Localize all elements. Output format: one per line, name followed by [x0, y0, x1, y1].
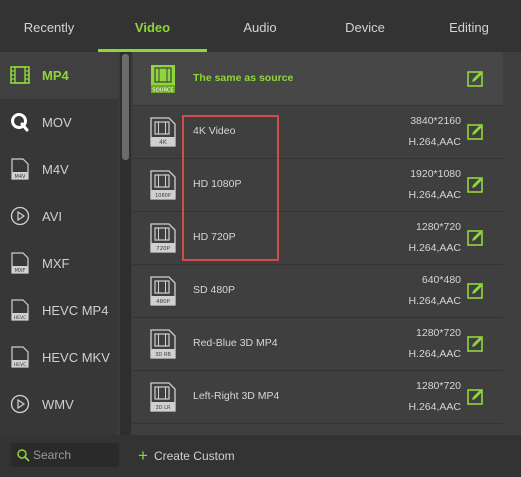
edit-icon[interactable] [467, 176, 484, 193]
sidebar-item-label: MXF [42, 256, 70, 271]
tab-editing[interactable]: Editing [417, 0, 521, 52]
edit-icon[interactable] [467, 229, 484, 246]
sidebar-item-label: HEVC MP4 [42, 303, 109, 318]
preset-name: 4K Video [193, 125, 236, 137]
preset-codec: H.264,AAC [408, 242, 461, 254]
preset-row-hd-720p[interactable]: 720P HD 720P 1280*720 H.264,AAC [133, 211, 503, 265]
preset-codec: H.264,AAC [408, 136, 461, 148]
preset-codec: H.264,AAC [408, 295, 461, 307]
preset-resolution: 640*480 [421, 274, 461, 286]
preset-row-left-right-3d-mp4[interactable]: 3D LR Left-Right 3D MP4 1280*720 H.264,A… [133, 370, 503, 424]
tab-audio[interactable]: Audio [207, 0, 313, 52]
tab-label: Video [134, 20, 171, 35]
quicktime-icon [9, 111, 31, 133]
preset-resolution: 1280*720 [416, 380, 461, 392]
sidebar-item-hevc-mp4[interactable]: HEVC HEVC MP4 [0, 287, 118, 334]
search-icon [16, 448, 30, 462]
sidebar-scrollbar-thumb[interactable] [122, 54, 129, 160]
tab-label: Audio [243, 20, 277, 35]
icon-badge-text: M4V [15, 174, 26, 180]
edit-icon[interactable] [467, 70, 484, 87]
preset-name: HD 720P [193, 231, 236, 243]
preset-row-sd-480p[interactable]: 480P SD 480P 640*480 H.264,AAC [133, 264, 503, 318]
preset-list-scrollbar[interactable] [503, 52, 521, 435]
preset-row-red-blue-3d-mp4[interactable]: 3D RB Red-Blue 3D MP4 1280*720 H.264,AAC [133, 317, 503, 371]
sidebar-item-label: HEVC MKV [42, 350, 110, 365]
preset-codec: H.264,AAC [408, 189, 461, 201]
edit-icon[interactable] [467, 282, 484, 299]
video-file-icon: 720P [150, 223, 176, 253]
sidebar-item-mov[interactable]: MOV [0, 99, 118, 146]
preset-resolution: 1280*720 [416, 327, 461, 339]
sidebar-item-label: AVI [42, 209, 62, 224]
play-circle-icon [9, 393, 31, 415]
icon-badge-text: HEVC [14, 362, 27, 368]
preset-badge-text: 3D RB [155, 352, 171, 358]
preset-name: Left-Right 3D MP4 [193, 390, 280, 402]
edit-icon[interactable] [467, 123, 484, 140]
video-file-icon: 1080P [150, 170, 176, 200]
preset-name: Red-Blue 3D MP4 [193, 337, 278, 349]
film-icon [9, 64, 31, 86]
hevc-file-icon: HEVC [9, 299, 31, 321]
sidebar-item-mxf[interactable]: MXF MXF [0, 240, 118, 287]
preset-codec: H.264,AAC [408, 348, 461, 360]
preset-row-same-as-source[interactable]: SOURCE The same as source [133, 52, 503, 106]
sidebar-item-label: WMV [42, 397, 74, 412]
sidebar-item-m4v[interactable]: M4V M4V [0, 146, 118, 193]
tab-label: Editing [449, 20, 489, 35]
icon-badge-text: HEVC [14, 315, 27, 321]
source-file-icon: SOURCE [150, 64, 176, 94]
edit-icon[interactable] [467, 335, 484, 352]
tab-label: Device [345, 20, 385, 35]
preset-badge-text: SOURCE [152, 88, 173, 94]
preset-resolution: 1280*720 [416, 221, 461, 233]
preset-badge-text: 4K [159, 139, 168, 146]
tab-device[interactable]: Device [313, 0, 417, 52]
preset-list: SOURCE The same as source 4K 4K Video 38… [133, 52, 521, 435]
preset-row-4k-video[interactable]: 4K 4K Video 3840*2160 H.264,AAC [133, 105, 503, 159]
search-input[interactable]: Search [11, 443, 119, 467]
preset-badge-text: 1080P [155, 193, 171, 199]
create-custom-label: Create Custom [153, 449, 235, 463]
hevc-file-icon: HEVC [9, 346, 31, 368]
preset-codec: H.264,AAC [408, 401, 461, 413]
sidebar-item-label: MP4 [42, 68, 69, 83]
sidebar-scrollbar[interactable] [120, 52, 131, 435]
preset-badge-text: 720P [156, 246, 170, 252]
edit-icon[interactable] [467, 388, 484, 405]
video-file-icon: 3D LR [150, 382, 176, 412]
tab-label: Recently [23, 20, 75, 35]
preset-row-hd-1080p[interactable]: 1080P HD 1080P 1920*1080 H.264,AAC [133, 158, 503, 212]
preset-badge-text: 480P [156, 299, 170, 305]
icon-badge-text: MXF [15, 268, 26, 274]
video-file-icon: 3D RB [150, 329, 176, 359]
sidebar-item-label: M4V [42, 162, 69, 177]
format-tab-bar: Recently Video Audio Device Editing [0, 0, 521, 52]
sidebar-item-wmv[interactable]: WMV [0, 381, 118, 428]
tab-video[interactable]: Video [98, 0, 207, 52]
plus-icon: + [138, 446, 148, 465]
create-custom-button[interactable]: + Create Custom [138, 435, 235, 477]
preset-name: The same as source [193, 72, 294, 84]
sidebar-item-avi[interactable]: AVI [0, 193, 118, 240]
video-file-icon: 480P [150, 276, 176, 306]
bottom-bar: Search + Create Custom [0, 435, 521, 477]
preset-resolution: 1920*1080 [410, 168, 461, 180]
preset-resolution: 3840*2160 [410, 115, 461, 127]
search-placeholder: Search [33, 448, 72, 462]
play-circle-icon [9, 205, 31, 227]
sidebar-item-mp4[interactable]: MP4 [0, 52, 118, 99]
video-file-icon: 4K [150, 117, 176, 147]
mxf-file-icon: MXF [9, 252, 31, 274]
format-sidebar: MP4 MOV M4V M4V AVI MXF MXF HEVC HEVC MP… [0, 52, 118, 435]
tab-recently[interactable]: Recently [0, 0, 98, 52]
preset-name: SD 480P [193, 284, 236, 296]
preset-badge-text: 3D LR [156, 405, 171, 411]
m4v-file-icon: M4V [9, 158, 31, 180]
sidebar-item-hevc-mkv[interactable]: HEVC HEVC MKV [0, 334, 118, 381]
preset-name: HD 1080P [193, 178, 242, 190]
sidebar-item-label: MOV [42, 115, 72, 130]
